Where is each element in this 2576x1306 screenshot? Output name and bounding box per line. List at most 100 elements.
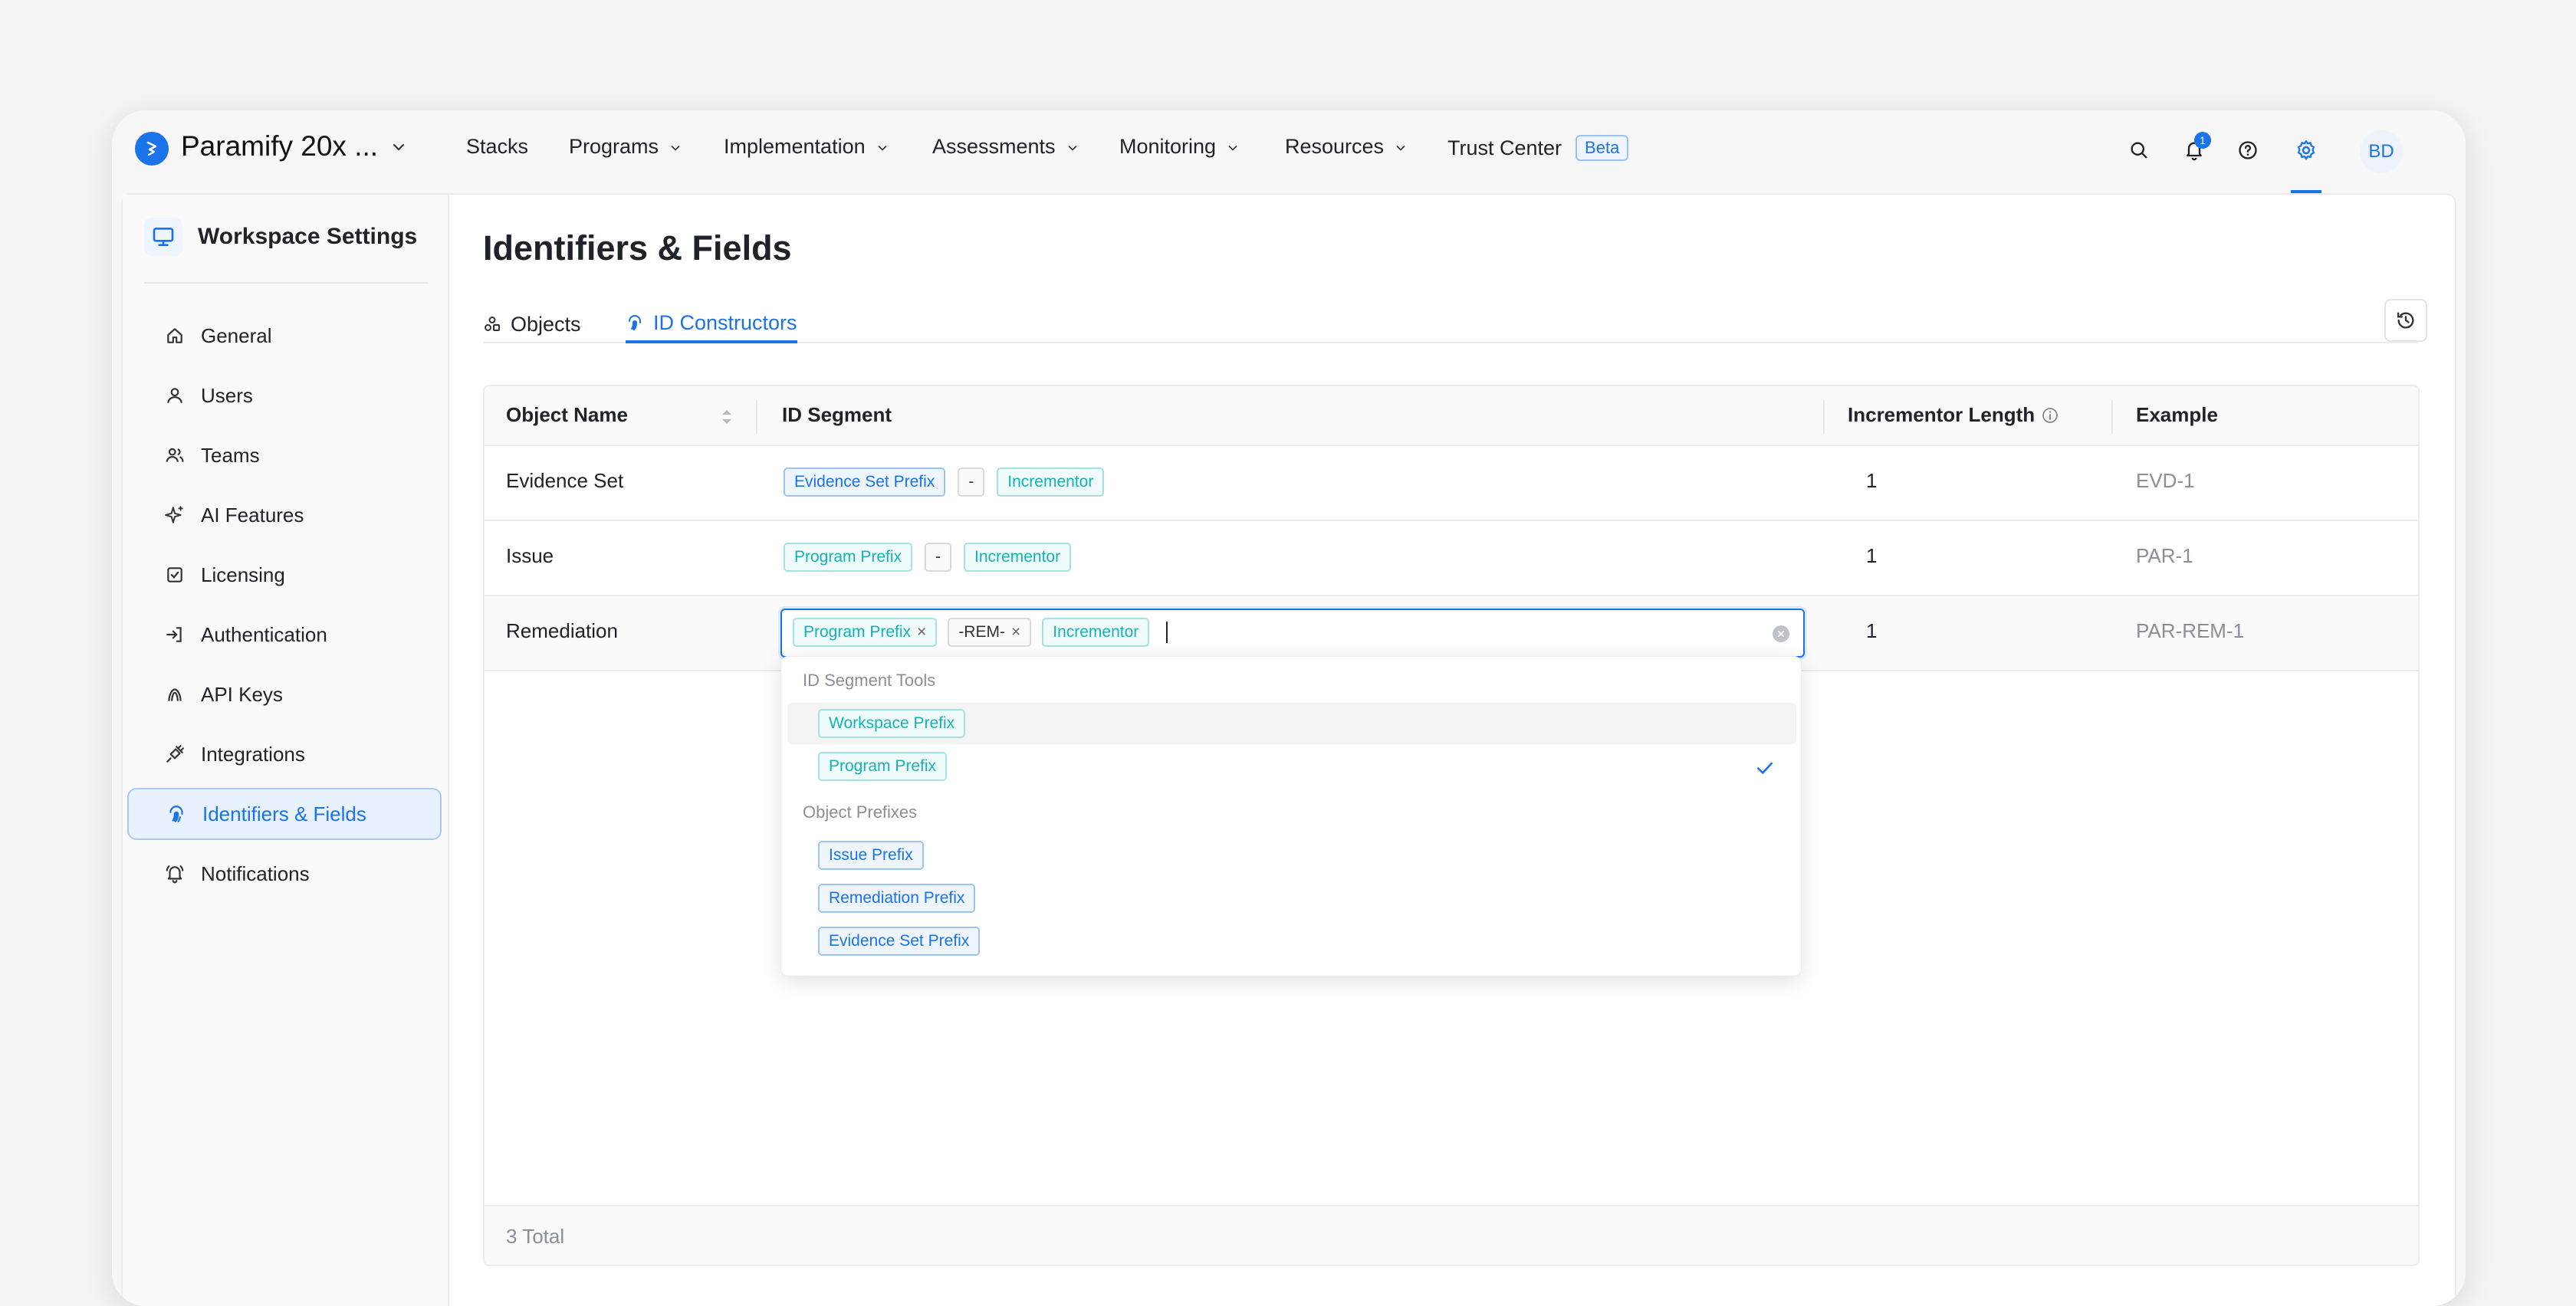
sidebar-item-ai-features[interactable]: AI Features <box>127 489 442 541</box>
segment-tag: Program Prefix × <box>793 618 938 647</box>
fingerprint-icon <box>629 315 641 330</box>
table-row[interactable]: Evidence Set Evidence Set Prefix - Incre… <box>485 446 2418 521</box>
tab-id-constructors[interactable]: ID Constructors <box>626 305 797 343</box>
table-row[interactable]: Issue Program Prefix - Incrementor 1 PAR… <box>485 521 2418 596</box>
sidebar-item-general[interactable]: General <box>127 310 442 362</box>
monitor-icon <box>144 218 182 256</box>
text-caret <box>1166 622 1168 643</box>
sidebar-header: Workspace Settings <box>144 218 417 256</box>
table-header: Object Name ID Segment Incrementor Lengt… <box>485 386 2418 446</box>
fingerprint-icon <box>166 803 187 825</box>
chevron-down-icon <box>878 145 887 151</box>
info-icon[interactable] <box>2041 406 2059 425</box>
nav-assessments[interactable]: Assessments <box>932 135 1080 159</box>
dropdown-group-label: Object Prefixes <box>803 802 918 822</box>
segment-tag: Incrementor <box>1042 618 1150 647</box>
home-icon <box>164 325 186 346</box>
history-button[interactable] <box>2384 299 2427 342</box>
column-divider <box>1823 400 1825 434</box>
nav-implementation[interactable]: Implementation <box>724 135 890 159</box>
nav-stacks[interactable]: Stacks <box>466 135 528 159</box>
sidebar-item-identifiers-fields[interactable]: Identifiers & Fields <box>127 788 442 840</box>
id-segment-dropdown: ID Segment Tools Workspace Prefix Progra… <box>780 656 1802 976</box>
tab-bar: Objects ID Constructors <box>483 294 2419 343</box>
chevron-down-icon <box>1067 145 1077 151</box>
clear-input-icon[interactable] <box>1773 625 1789 642</box>
segment-tag: Incrementor <box>964 543 1072 572</box>
page-title: Identifiers & Fields <box>483 228 792 267</box>
segment-tag: Incrementor <box>997 468 1105 497</box>
history-icon <box>2397 312 2414 329</box>
example-cell: PAR-REM-1 <box>2136 619 2245 642</box>
notifications-bell-icon[interactable]: 1 <box>2180 132 2211 164</box>
incrementor-length-cell[interactable]: 1 <box>1866 469 1877 493</box>
beta-badge: Beta <box>1576 135 1629 161</box>
search-icon[interactable] <box>2125 136 2153 164</box>
remove-tag-close-icon[interactable]: × <box>1011 623 1020 641</box>
login-icon <box>164 624 186 645</box>
dropdown-option[interactable]: Program Prefix <box>787 746 1796 787</box>
dropdown-option[interactable]: Remediation Prefix <box>787 878 1796 919</box>
nav-trust-center[interactable]: Trust Center Beta <box>1447 135 1629 161</box>
object-name-cell: Remediation <box>506 619 618 642</box>
incrementor-length-cell[interactable]: 1 <box>1866 619 1877 643</box>
dropdown-option[interactable]: Workspace Prefix <box>787 703 1796 744</box>
bell-ring-icon <box>164 863 186 884</box>
col-incrementor-length: Incrementor Length <box>1848 403 2059 427</box>
users-icon <box>164 445 186 466</box>
table-footer: 3 Total <box>485 1205 2418 1265</box>
settings-sidebar: Workspace Settings General Users Teams A… <box>123 195 449 1306</box>
help-icon[interactable] <box>2234 136 2262 164</box>
id-segment-cell[interactable]: Evidence Set Prefix - Incrementor <box>784 468 1105 497</box>
total-count: 3 Total <box>506 1225 565 1248</box>
sidebar-item-integrations[interactable]: Integrations <box>127 728 442 780</box>
dropdown-option[interactable]: Evidence Set Prefix <box>787 920 1796 962</box>
dropdown-option[interactable]: Issue Prefix <box>787 835 1796 876</box>
column-divider <box>2111 400 2113 434</box>
id-segment-cell[interactable]: Program Prefix - Incrementor <box>784 543 1072 572</box>
check-icon <box>1757 762 1773 774</box>
notification-count-badge: 1 <box>2194 132 2211 149</box>
sparkle-icon <box>164 504 186 526</box>
workspace-chevron-down-icon[interactable] <box>389 138 408 160</box>
sort-icon[interactable] <box>719 406 734 428</box>
example-cell: PAR-1 <box>2136 544 2193 567</box>
sidebar-item-notifications[interactable]: Notifications <box>127 848 442 900</box>
column-divider <box>756 400 757 434</box>
sidebar-item-authentication[interactable]: Authentication <box>127 609 442 661</box>
user-avatar[interactable]: BD <box>2360 130 2403 173</box>
settings-gear-icon[interactable] <box>2292 136 2320 164</box>
shapes-icon <box>485 317 500 331</box>
id-segment-select-input[interactable]: Program Prefix × -REM- × Incrementor <box>780 609 1805 658</box>
workspace-logo-icon[interactable] <box>135 132 169 166</box>
incrementor-length-cell[interactable]: 1 <box>1866 544 1877 568</box>
sidebar-title: Workspace Settings <box>198 224 418 249</box>
key-icon <box>164 684 186 705</box>
segment-tag: - <box>958 468 985 497</box>
nav-programs[interactable]: Programs <box>569 135 683 159</box>
sidebar-item-teams[interactable]: Teams <box>127 429 442 481</box>
segment-tag: - <box>925 543 952 572</box>
chevron-down-icon <box>671 145 680 151</box>
object-name-cell: Evidence Set <box>506 469 624 492</box>
sidebar-item-users[interactable]: Users <box>127 369 442 422</box>
segment-tag: Evidence Set Prefix <box>784 468 946 497</box>
app-window: Paramify 20x ... Stacks Programs Impleme… <box>112 110 2466 1306</box>
nav-resources[interactable]: Resources <box>1285 135 1408 159</box>
object-name-cell: Issue <box>506 544 554 567</box>
dropdown-group-label: ID Segment Tools <box>803 671 936 690</box>
remove-tag-close-icon[interactable]: × <box>917 623 926 641</box>
segment-tag: -REM- × <box>948 618 1032 647</box>
sidebar-divider <box>144 282 428 284</box>
col-object-name[interactable]: Object Name <box>506 403 628 427</box>
sidebar-item-api-keys[interactable]: API Keys <box>127 668 442 720</box>
top-navigation: Paramify 20x ... Stacks Programs Impleme… <box>112 110 2466 193</box>
chevron-down-icon <box>1396 145 1405 151</box>
example-cell: EVD-1 <box>2136 469 2195 492</box>
sidebar-item-licensing[interactable]: Licensing <box>127 549 442 601</box>
tab-objects[interactable]: Objects <box>483 305 581 343</box>
nav-monitoring[interactable]: Monitoring <box>1119 135 1240 159</box>
col-example: Example <box>2136 403 2218 426</box>
workspace-name[interactable]: Paramify 20x ... <box>181 130 378 162</box>
plug-icon <box>164 743 186 765</box>
